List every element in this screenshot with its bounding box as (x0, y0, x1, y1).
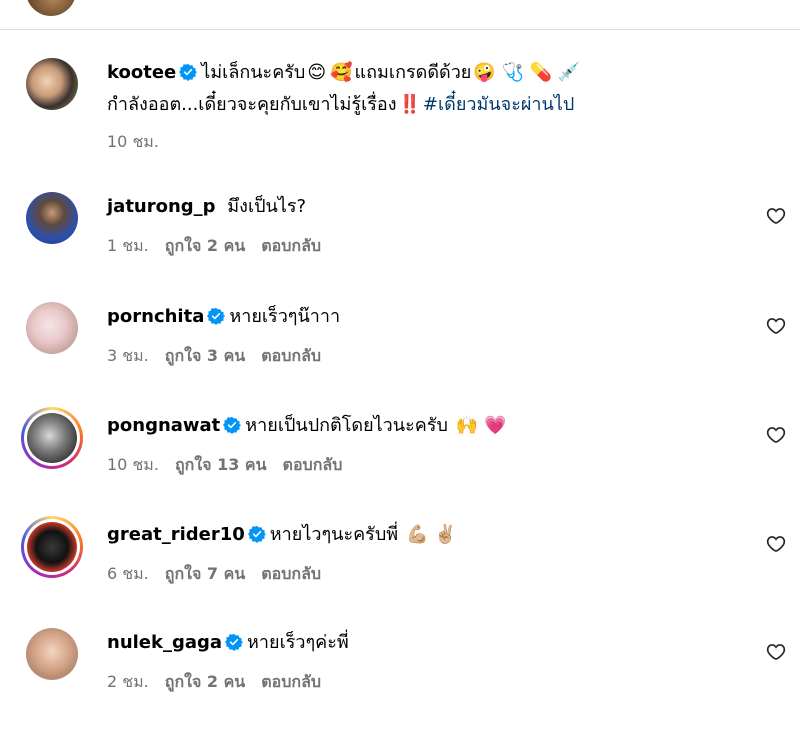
comment-likes-count[interactable]: ถูกใจ 2 คน (165, 236, 245, 255)
comment-text: ไม่เล็กนะครับ (201, 62, 306, 83)
comment-time[interactable]: 10 ชม. (107, 455, 159, 474)
avatar[interactable] (26, 302, 78, 354)
zany-stethoscope-pill-syringe-emojis: 🤪 🩺 💊 💉 (473, 62, 581, 83)
comment-text: หายไวๆนะครับพี่ (269, 524, 399, 545)
comment-meta: 1 ชม. ถูกใจ 2 คน ตอบกลับ (107, 234, 740, 259)
raising-hands-heart-emojis: 🙌 💗 (455, 415, 507, 436)
hashtag-link[interactable]: #เดี๋ยวมันจะผ่านไป (423, 94, 574, 115)
comment-meta: 6 ชม. ถูกใจ 7 คน ตอบกลับ (107, 562, 740, 587)
heart-outline-icon[interactable] (766, 425, 786, 445)
comment-username[interactable]: nulek_gaga (107, 632, 222, 653)
verified-badge-icon (179, 63, 198, 81)
comment-pongnawat: pongnawat หายเป็นปกติโดยไวนะครับ 🙌 💗 10 ชม… (0, 407, 800, 521)
comment-jaturong: jaturong_p มึงเป็นไร? 1 ชม. ถูกใจ 2 คน ตอบ… (0, 192, 800, 302)
comment-time[interactable]: 3 ชม. (107, 346, 149, 365)
reply-button[interactable]: ตอบกลับ (261, 346, 321, 365)
reply-button[interactable]: ตอบกลับ (261, 672, 321, 691)
comment-text: หายเป็นปกติโดยไวนะครับ (245, 415, 448, 436)
reply-button[interactable]: ตอบกลับ (261, 564, 321, 583)
comment-username[interactable]: jaturong_p (107, 196, 216, 217)
comment-username[interactable]: great_rider10 (107, 524, 245, 545)
smiling-face-emoji: 😊 (307, 62, 327, 83)
comment-text-line2: กำลังออต...เดี๋ยวจะคุยกับเขาไม่รู้เรื่อง (107, 94, 397, 115)
comment-text: มึงเป็นไร? (227, 196, 307, 217)
comment-time[interactable]: 6 ชม. (107, 564, 149, 583)
comment-meta: 10 ชม. (107, 130, 740, 155)
heart-outline-icon[interactable] (766, 642, 786, 662)
heart-outline-icon[interactable] (766, 206, 786, 226)
avatar[interactable] (26, 192, 78, 244)
comment-meta: 10 ชม. ถูกใจ 13 คน ตอบกลับ (107, 453, 740, 478)
comment-likes-count[interactable]: ถูกใจ 2 คน (165, 672, 245, 691)
comment-likes-count[interactable]: ถูกใจ 3 คน (165, 346, 245, 365)
verified-badge-icon (207, 307, 226, 325)
reply-button[interactable]: ตอบกลับ (283, 455, 343, 474)
verified-badge-icon (247, 525, 266, 543)
previous-comment-divider (0, 0, 800, 30)
comment-pornchita: pornchita หายเร็วๆน๊าาา 3 ชม. ถูกใจ 3 คน ตอ… (0, 302, 800, 412)
heart-outline-icon[interactable] (766, 316, 786, 336)
verified-badge-icon (225, 633, 244, 651)
comment-time[interactable]: 2 ชม. (107, 672, 149, 691)
reply-button[interactable]: ตอบกลับ (261, 236, 321, 255)
avatar-with-story-ring[interactable] (21, 407, 83, 469)
avatar[interactable] (26, 58, 78, 110)
comment-text-continued: แถมเกรดดีด้วย (354, 62, 472, 83)
comment-meta: 2 ชม. ถูกใจ 2 คน ตอบกลับ (107, 670, 740, 695)
comment-text: หายเร็วๆน๊าาา (229, 306, 341, 327)
comment-username[interactable]: pongnawat (107, 415, 220, 436)
comment-kootee: kootee ไม่เล็กนะครับ 😊 🥰 แถมเกรดดีด้วย 🤪 🩺 💊 … (0, 58, 800, 168)
heart-outline-icon[interactable] (766, 534, 786, 554)
avatar-with-story-ring[interactable] (21, 516, 83, 578)
comment-nulek-gaga: nulek_gaga หายเร็วๆค่ะพี่ 2 ชม. ถูกใจ 2 คน… (0, 628, 800, 738)
double-exclamation-emoji: ‼️ (398, 94, 421, 115)
comment-likes-count[interactable]: ถูกใจ 13 คน (175, 455, 267, 474)
face-with-hearts-emoji: 🥰 (330, 62, 353, 83)
avatar[interactable] (26, 628, 78, 680)
comment-great-rider10: great_rider10 หายไวๆนะครับพี่ 💪🏼 ✌🏼 6 ชม. ถ… (0, 516, 800, 630)
comment-username[interactable]: kootee (107, 62, 176, 83)
verified-badge-icon (223, 416, 242, 434)
comment-time[interactable]: 1 ชม. (107, 236, 149, 255)
flexed-biceps-victory-emojis: 💪🏼 ✌🏼 (406, 524, 457, 545)
comment-text: หายเร็วๆค่ะพี่ (247, 632, 349, 653)
comment-likes-count[interactable]: ถูกใจ 7 คน (165, 564, 245, 583)
comment-username[interactable]: pornchita (107, 306, 204, 327)
comment-meta: 3 ชม. ถูกใจ 3 คน ตอบกลับ (107, 344, 740, 369)
comment-time[interactable]: 10 ชม. (107, 132, 159, 151)
